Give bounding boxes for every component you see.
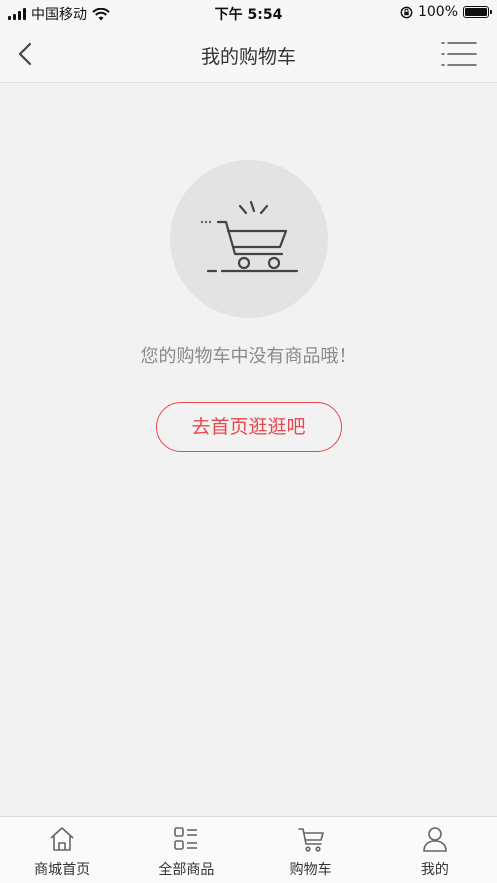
orientation-lock-icon: [400, 6, 413, 18]
tab-cart-label: 购物车: [289, 862, 332, 878]
list-menu-icon: [441, 42, 477, 66]
category-list-icon: [174, 827, 198, 850]
status-right: 100%: [400, 4, 492, 20]
menu-button[interactable]: [441, 40, 477, 68]
tab-cart[interactable]: 购物车: [249, 817, 373, 883]
cart-icon: [297, 828, 324, 852]
tab-home-label: 商城首页: [34, 862, 91, 878]
empty-cart-message: 您的购物车中没有商品哦！: [140, 346, 357, 367]
go-home-button[interactable]: 去首页逛逛吧: [155, 402, 342, 452]
tab-home[interactable]: 商城首页: [0, 817, 124, 883]
status-bar: 中国移动 下午 5:54 100%: [0, 0, 497, 25]
tab-all-products-label: 全部商品: [158, 862, 215, 878]
nav-bar: 我的购物车: [0, 25, 497, 83]
tab-all-products[interactable]: 全部商品: [124, 817, 248, 883]
page-title: 我的购物车: [200, 46, 296, 68]
tab-bar: 商城首页 全部商品 购物车 我的: [0, 816, 497, 883]
user-icon: [423, 827, 447, 852]
battery-percent: 100%: [417, 4, 458, 20]
battery-icon: [463, 6, 492, 18]
empty-cart-illustration: [169, 160, 328, 318]
empty-cart-state: 您的购物车中没有商品哦！ 去首页逛逛吧: [0, 160, 497, 452]
shopping-cart-icon: [200, 200, 298, 273]
home-icon: [50, 827, 74, 851]
tab-mine-label: 我的: [420, 862, 449, 878]
tab-mine[interactable]: 我的: [373, 817, 497, 883]
